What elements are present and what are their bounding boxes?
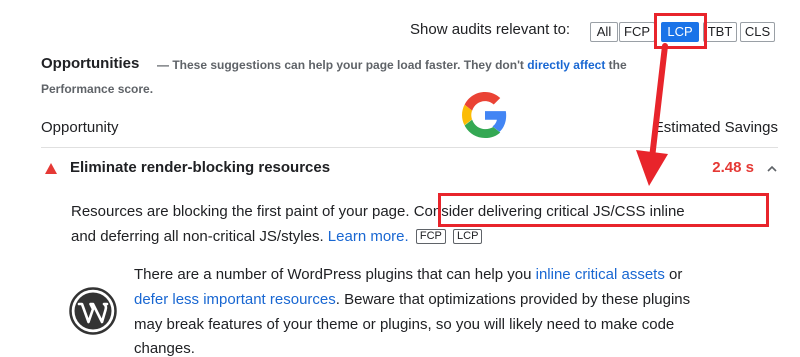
filter-chip-tbt[interactable]: TBT [703, 22, 737, 42]
warning-triangle-icon [45, 163, 57, 174]
audit-description-text: Resources are blocking the first paint o… [71, 203, 410, 220]
inline-critical-assets-link[interactable]: inline critical assets [536, 266, 665, 283]
filter-chip-cls[interactable]: CLS [740, 22, 775, 42]
filter-label: Show audits relevant to: [410, 21, 571, 38]
wordpress-tip-text-or: or [669, 266, 683, 283]
audit-title[interactable]: Eliminate render-blocking resources [70, 159, 330, 176]
audit-description-text-2: and deferring all non-critical JS/styles… [71, 228, 324, 245]
wordpress-tip-line3: may break features of your theme or plug… [134, 316, 675, 333]
opportunities-description: — These suggestions can help your page l… [157, 58, 627, 72]
wordpress-tip-line2: defer less important resources. Beware t… [134, 291, 690, 308]
opportunities-description-text: — These suggestions can help your page l… [157, 58, 524, 72]
opportunities-description-suffix: the [608, 58, 627, 72]
directly-affect-link[interactable]: directly affect [527, 58, 605, 72]
metric-tag-lcp: LCP [453, 229, 483, 244]
opportunities-title: Opportunities [41, 55, 140, 72]
wordpress-tip-text: There are a number of WordPress plugins … [134, 266, 532, 283]
google-g-logo-icon [462, 92, 507, 138]
filter-chip-all[interactable]: All [590, 22, 618, 42]
filter-chip-fcp[interactable]: FCP [619, 22, 655, 42]
column-header-opportunity: Opportunity [41, 119, 119, 136]
wordpress-tip-line4: changes. [134, 340, 195, 357]
metric-tag-fcp: FCP [415, 229, 446, 244]
audit-estimated-saving: 2.48 s [712, 159, 754, 176]
wordpress-tip-text-2: . Beware that optimizations provided by … [335, 291, 691, 308]
opportunities-description-line2: Performance score. [41, 82, 154, 96]
learn-more-link[interactable]: Learn more. [328, 228, 409, 245]
inline-highlight-box [438, 193, 769, 227]
audit-description-line2: and deferring all non-critical JS/styles… [71, 228, 483, 245]
annotation-arrow-icon [636, 43, 668, 186]
defer-less-important-resources-link[interactable]: defer less important resources [134, 291, 336, 308]
wordpress-logo-icon [69, 287, 117, 335]
chevron-up-icon[interactable] [766, 164, 778, 174]
wordpress-tip-line1: There are a number of WordPress plugins … [134, 266, 682, 283]
